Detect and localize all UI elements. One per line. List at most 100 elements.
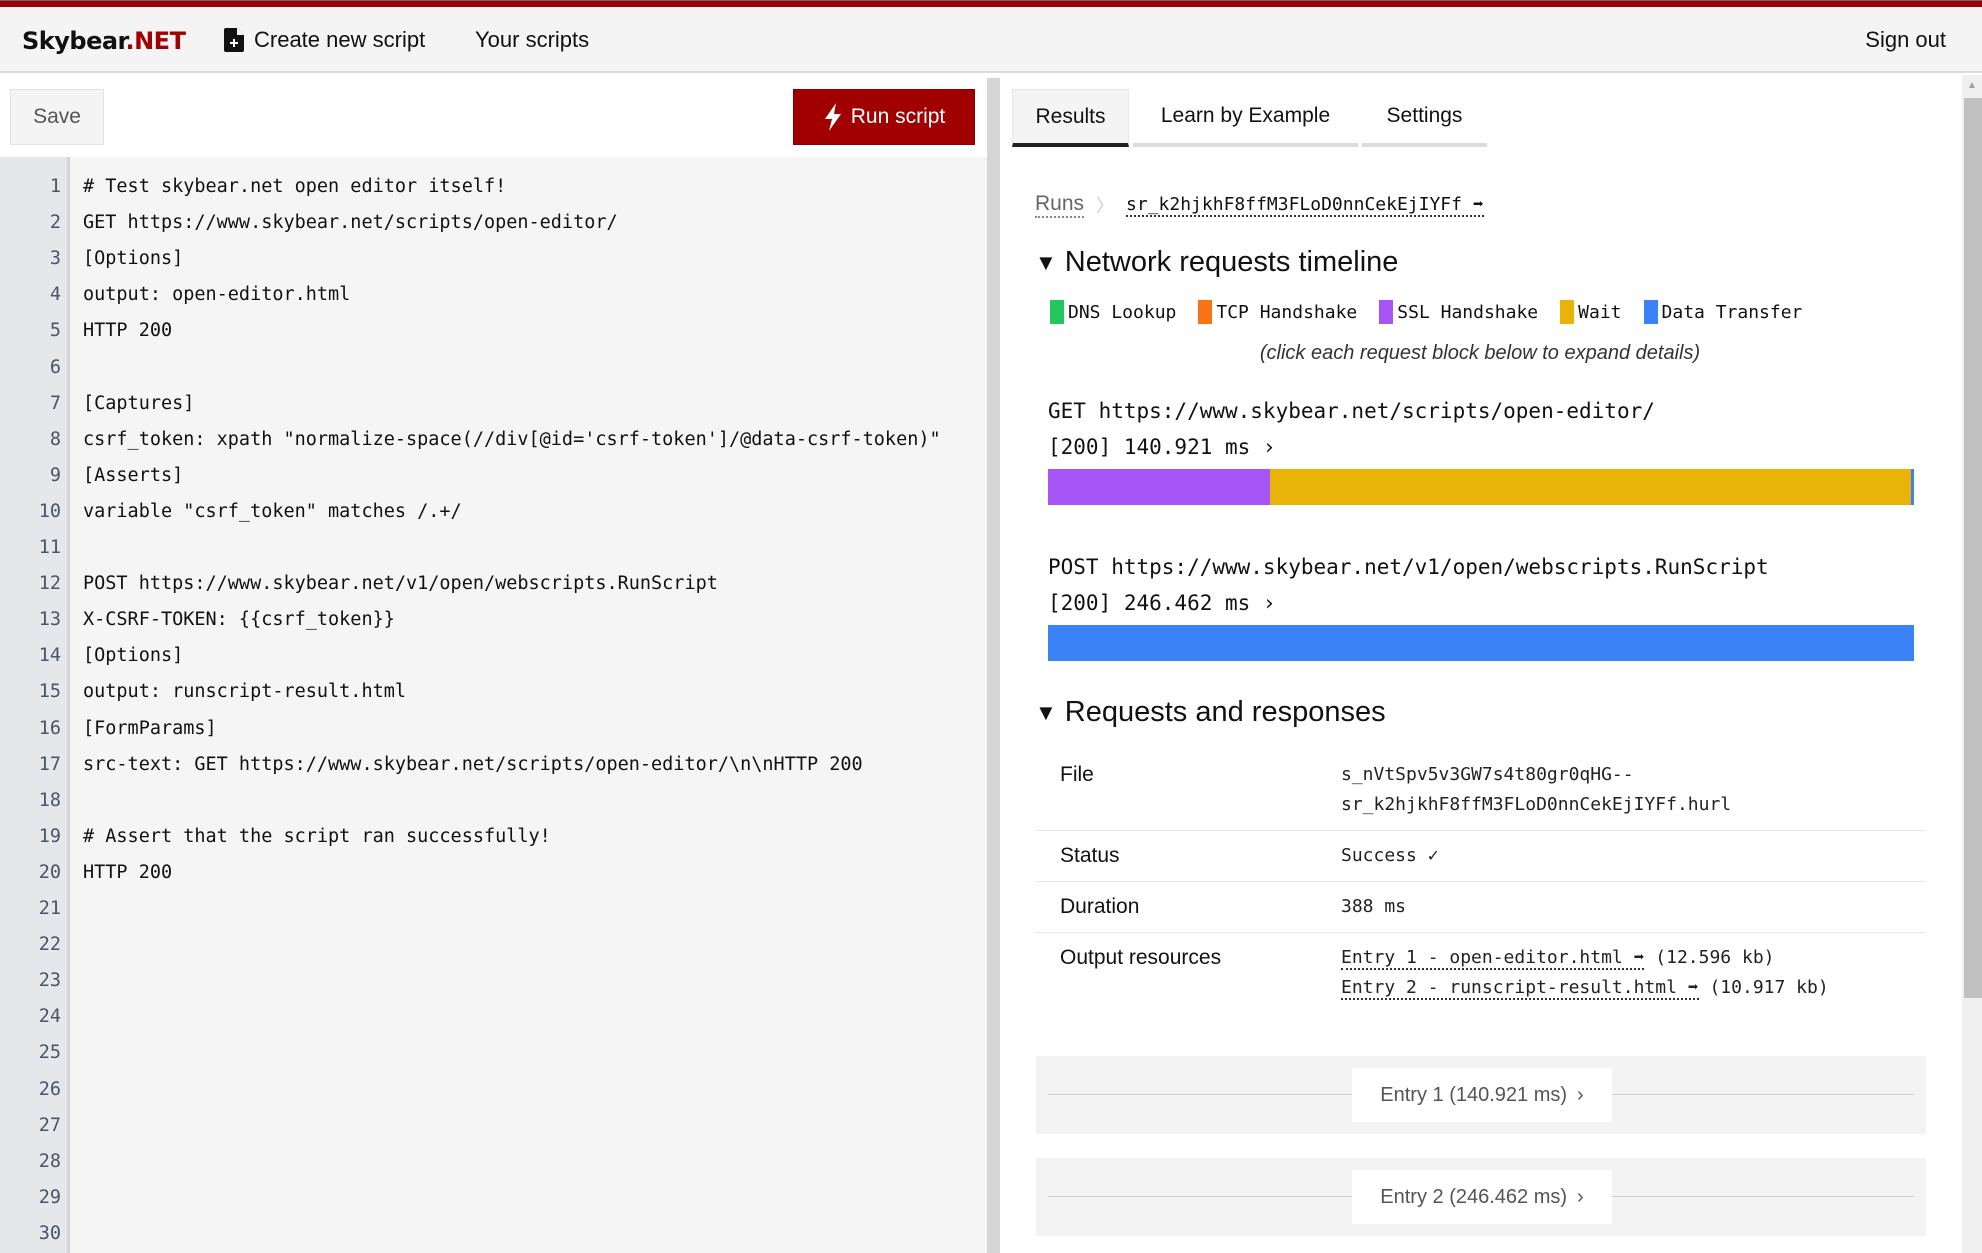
info-row-status: Status Success ✓	[1036, 831, 1926, 882]
scroll-up-arrow-icon[interactable]: ▲	[1962, 75, 1982, 95]
breadcrumb-runs-link[interactable]: Runs	[1035, 192, 1085, 218]
code-line[interactable]: 30	[0, 1216, 987, 1252]
code-text[interactable]: [FormParams]	[83, 711, 217, 747]
code-text[interactable]: GET https://www.skybear.net/scripts/open…	[83, 205, 618, 241]
line-number: 28	[38, 1150, 61, 1172]
info-row-file: File s_nVtSpv5v3GW7s4t80gr0qHG-- sr_k2hj…	[1036, 750, 1926, 831]
nav-create-new-script[interactable]: Create new script	[224, 27, 425, 53]
code-line[interactable]: 6	[0, 350, 987, 386]
save-button-label: Save	[33, 105, 81, 128]
code-line[interactable]: 19 # Assert that the script ran successfu…	[0, 819, 987, 855]
info-row-duration: Duration 388 ms	[1036, 882, 1926, 933]
timing-segment-ssl-handshake	[1048, 469, 1270, 505]
nav-your-scripts[interactable]: Your scripts	[475, 27, 589, 53]
nav-your-scripts-label: Your scripts	[475, 27, 590, 52]
code-line[interactable]: 16 [FormParams]	[0, 711, 987, 747]
code-line[interactable]: 21	[0, 891, 987, 927]
code-line[interactable]: 18	[0, 783, 987, 819]
timeline-request-block[interactable]: POST https://www.skybear.net/v1/open/web…	[1048, 549, 1914, 661]
code-line[interactable]: 15 output: runscript-result.html	[0, 674, 987, 710]
request-timing-bar	[1048, 469, 1914, 505]
output-resource-link[interactable]: Entry 2 - runscript-result.html ➡	[1341, 977, 1699, 1000]
code-line[interactable]: 9 [Asserts]	[0, 458, 987, 494]
code-line[interactable]: 20 HTTP 200	[0, 855, 987, 891]
code-line[interactable]: 27	[0, 1108, 987, 1144]
info-label: Status	[1060, 844, 1120, 867]
line-number: 4	[49, 284, 61, 306]
code-line[interactable]: 22	[0, 927, 987, 963]
code-text[interactable]: output: runscript-result.html	[83, 674, 406, 710]
nav-create-label: Create new script	[254, 27, 426, 52]
code-line[interactable]: 25	[0, 1035, 987, 1071]
code-text[interactable]: [Options]	[83, 638, 183, 674]
code-line[interactable]: 8 csrf_token: xpath "normalize-space(//di…	[0, 422, 987, 458]
code-line[interactable]: 23	[0, 963, 987, 999]
code-line[interactable]: 3 [Options]	[0, 241, 987, 277]
line-number: 2	[49, 212, 61, 234]
line-number: 5	[49, 320, 61, 342]
run-script-label: Run script	[850, 105, 946, 128]
entry-expand-button[interactable]: Entry 1 (140.921 ms) ›	[1352, 1068, 1612, 1122]
sign-out-link[interactable]: Sign out	[1865, 27, 1946, 53]
code-text[interactable]: output: open-editor.html	[83, 277, 350, 313]
line-number: 19	[38, 825, 61, 847]
run-script-button[interactable]: Run script	[793, 89, 975, 145]
line-number: 8	[49, 428, 61, 450]
entry-panel: Entry 2 (246.462 ms) ›	[1036, 1158, 1926, 1236]
output-resource-link[interactable]: Entry 1 - open-editor.html ➡	[1341, 947, 1645, 970]
code-text[interactable]: HTTP 200	[83, 855, 172, 891]
code-line[interactable]: 5 HTTP 200	[0, 313, 987, 349]
requests-section-toggle[interactable]: ▼ Requests and responses	[1035, 696, 1386, 729]
legend-label: Wait	[1578, 301, 1622, 323]
tab-settings[interactable]: Settings	[1362, 89, 1487, 147]
line-number: 7	[49, 392, 61, 414]
code-text[interactable]: # Test skybear.net open editor itself!	[83, 169, 506, 205]
entry-expand-button[interactable]: Entry 2 (246.462 ms) ›	[1352, 1170, 1612, 1224]
line-number: 12	[38, 573, 61, 595]
timeline-request-block[interactable]: GET https://www.skybear.net/scripts/open…	[1048, 393, 1914, 505]
logo[interactable]: Skybear.NET	[22, 27, 186, 55]
code-line[interactable]: 10 variable "csrf_token" matches /.+/	[0, 494, 987, 530]
code-line[interactable]: 29	[0, 1180, 987, 1216]
legend-data-transfer: Data Transfer	[1643, 300, 1802, 324]
code-text[interactable]: [Options]	[83, 241, 183, 277]
code-text[interactable]: [Asserts]	[83, 458, 183, 494]
info-label: Output resources	[1060, 946, 1222, 969]
code-editor[interactable]: 1 # Test skybear.net open editor itself! 2…	[0, 157, 987, 1253]
code-line[interactable]: 14 [Options]	[0, 638, 987, 674]
tab-results[interactable]: Results	[1012, 89, 1129, 147]
code-text[interactable]: POST https://www.skybear.net/v1/open/web…	[83, 566, 718, 602]
code-text[interactable]: variable "csrf_token" matches /.+/	[83, 494, 462, 530]
code-line[interactable]: 28	[0, 1144, 987, 1180]
code-line[interactable]: 26	[0, 1072, 987, 1108]
code-line[interactable]: 17 src-text: GET https://www.skybear.net/…	[0, 747, 987, 783]
legend-label: DNS Lookup	[1068, 301, 1177, 323]
code-text[interactable]: src-text: GET https://www.skybear.net/sc…	[83, 747, 863, 783]
line-number: 6	[49, 356, 61, 378]
tab-results-label: Results	[1035, 104, 1106, 128]
tab-learn-by-example[interactable]: Learn by Example	[1133, 89, 1358, 147]
code-line[interactable]: 11	[0, 530, 987, 566]
panel-splitter[interactable]	[987, 78, 1000, 1253]
tab-settings-label: Settings	[1386, 104, 1463, 127]
code-text[interactable]: [Captures]	[83, 386, 194, 422]
scroll-thumb[interactable]	[1964, 98, 1982, 998]
code-line[interactable]: 13 X-CSRF-TOKEN: {{csrf_token}}	[0, 602, 987, 638]
breadcrumb-run-link[interactable]: sr_k2hjkhF8ffM3FLoD0nnCekEjIYFf ➡	[1126, 194, 1484, 217]
code-line[interactable]: 1 # Test skybear.net open editor itself!	[0, 169, 987, 205]
code-text[interactable]: # Assert that the script ran successfull…	[83, 819, 551, 855]
code-line[interactable]: 4 output: open-editor.html	[0, 277, 987, 313]
save-button[interactable]: Save	[10, 89, 104, 145]
code-text[interactable]: csrf_token: xpath "normalize-space(//div…	[83, 422, 941, 458]
timing-segment-data-transfer	[1911, 469, 1914, 505]
timeline-section-toggle[interactable]: ▼ Network requests timeline	[1035, 246, 1398, 279]
code-line[interactable]: 12 POST https://www.skybear.net/v1/open/w…	[0, 566, 987, 602]
timeline-hint: (click each request block below to expan…	[1259, 342, 1701, 364]
code-line[interactable]: 24	[0, 999, 987, 1035]
code-text[interactable]: HTTP 200	[83, 313, 172, 349]
code-line[interactable]: 2 GET https://www.skybear.net/scripts/ope…	[0, 205, 987, 241]
code-text[interactable]: X-CSRF-TOKEN: {{csrf_token}}	[83, 602, 395, 638]
code-line[interactable]: 7 [Captures]	[0, 386, 987, 422]
info-row-output: Output resources Entry 1 - open-editor.h…	[1036, 933, 1926, 1013]
results-scrollbar[interactable]: ▲	[1962, 75, 1982, 1253]
